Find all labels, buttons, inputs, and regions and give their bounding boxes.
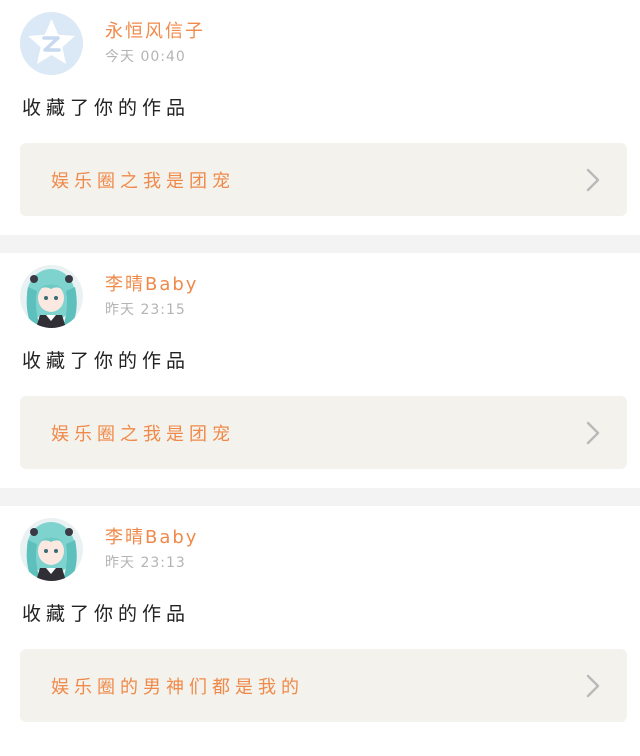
action-text: 收藏了你的作品 (22, 350, 191, 372)
timestamp: 今天 00:40 (105, 49, 186, 65)
timestamp: 昨天 23:13 (105, 555, 186, 571)
timestamp: 昨天 23:15 (105, 302, 186, 318)
avatar[interactable] (20, 12, 83, 75)
anime-girl-avatar-icon (20, 265, 83, 328)
separator (0, 488, 640, 506)
avatar[interactable] (20, 265, 83, 328)
username[interactable]: 李晴Baby (105, 270, 198, 296)
qzone-star-avatar-icon (20, 12, 83, 75)
chevron-right-icon (586, 421, 600, 445)
work-title: 娱乐圈的男神们都是我的 (51, 677, 304, 698)
action-text: 收藏了你的作品 (22, 603, 191, 625)
separator (0, 235, 640, 253)
work-link[interactable]: 娱乐圈之我是团宠 (20, 143, 627, 216)
work-title: 娱乐圈之我是团宠 (51, 424, 235, 445)
chevron-right-icon (586, 168, 600, 192)
notification-card: 李晴Baby 昨天 23:13 收藏了你的作品 娱乐圈的男神们都是我的 (0, 506, 640, 741)
anime-girl-avatar-icon (20, 518, 83, 581)
notification-card: 永恒风信子 今天 00:40 收藏了你的作品 娱乐圈之我是团宠 (0, 0, 640, 235)
work-title: 娱乐圈之我是团宠 (51, 171, 235, 192)
username[interactable]: 永恒风信子 (105, 17, 205, 43)
username[interactable]: 李晴Baby (105, 523, 198, 549)
chevron-right-icon (586, 674, 600, 698)
avatar[interactable] (20, 518, 83, 581)
notification-feed: 永恒风信子 今天 00:40 收藏了你的作品 娱乐圈之我是团宠 李晴Baby 昨… (0, 0, 640, 741)
work-link[interactable]: 娱乐圈的男神们都是我的 (20, 649, 627, 722)
notification-card: 李晴Baby 昨天 23:15 收藏了你的作品 娱乐圈之我是团宠 (0, 253, 640, 488)
work-link[interactable]: 娱乐圈之我是团宠 (20, 396, 627, 469)
action-text: 收藏了你的作品 (22, 97, 191, 119)
